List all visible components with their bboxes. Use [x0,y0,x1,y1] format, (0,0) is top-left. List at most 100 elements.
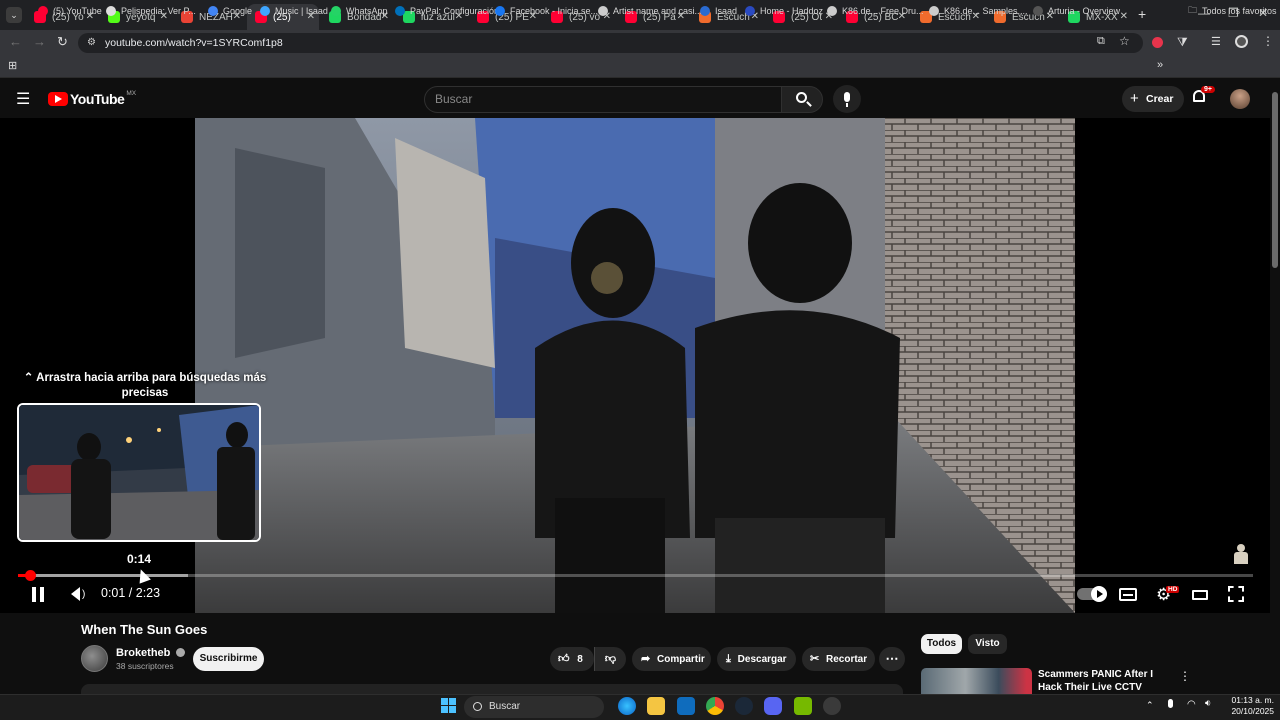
speaker-tray-icon[interactable]: 🔉︎ [1205,698,1211,709]
new-tab-button[interactable]: + [1138,6,1146,22]
pause-button[interactable] [32,587,44,607]
subscribe-button[interactable]: Suscribirme [193,647,264,671]
guide-menu-icon[interactable]: ☰ [16,89,30,109]
notifications-button[interactable]: 9+ [1193,86,1215,102]
youtube-logo[interactable]: YouTube MX [48,90,136,107]
bookmark-item[interactable]: Artist name and casi... [598,3,702,19]
reload-button[interactable]: ↻ [57,34,68,50]
scrubber-handle[interactable] [24,570,36,581]
taskbar-clock[interactable]: 01:13 a. m. 20/10/2025 [1222,695,1274,717]
tray-overflow-icon[interactable]: ⌃ [1146,700,1154,711]
microphone-tray-icon[interactable] [1168,699,1173,708]
bookmark-item[interactable]: Facebook - Inicia se... [495,3,598,19]
bookmark-favicon-icon [1033,6,1043,16]
back-button[interactable]: ← [9,34,22,49]
chrome-icon[interactable] [706,697,724,715]
forward-button[interactable]: → [33,34,46,49]
like-button[interactable]: 👍︎ 8 [550,647,594,671]
address-bar[interactable]: ⚙ youtube.com/watch?v=1SYRComf1p8 [78,33,1143,53]
fullscreen-button[interactable] [1228,586,1244,602]
bookmark-item[interactable]: WhatsApp [331,3,388,19]
all-bookmarks-folder[interactable]: 🗀 Todos los favoritos [1188,3,1277,19]
settings-button[interactable]: ⚙ HD [1156,585,1180,605]
profile-avatar[interactable] [1235,35,1248,48]
tab-search-button[interactable]: ⌄ [6,7,22,23]
subtitles-button[interactable] [1119,588,1137,601]
speaker-icon [71,587,80,601]
bookmark-item[interactable]: Arturia - Overview [1033,3,1120,19]
clip-label: Recortar [826,654,868,665]
record-extension-icon[interactable] [1152,37,1163,48]
channel-watermark-icon[interactable] [1232,544,1250,566]
app-icon[interactable] [823,697,841,715]
bookmark-item[interactable]: PayPal: Configuración [395,3,499,19]
verified-icon [176,648,186,657]
discord-icon[interactable] [764,697,782,715]
bookmark-label: Music | Isaad [275,6,328,16]
create-button[interactable]: + Crear [1122,86,1184,112]
wifi-icon[interactable]: ◠ [1187,699,1196,710]
bookmark-item[interactable]: K86.de... Samples,... [929,3,1028,19]
youtube-play-logo-icon [48,92,68,106]
windows-start-icon[interactable] [441,698,456,713]
bookmark-label: Isaad [715,6,738,16]
install-app-icon[interactable]: ⧉ [1097,35,1105,48]
thumbs-down-icon: 👎︎ [604,653,617,665]
dislike-button[interactable]: 👎︎ [594,647,626,671]
recommended-menu-icon[interactable]: ⋮ [1179,669,1191,683]
bookmark-item[interactable]: Music | Isaad [260,3,328,19]
bookmark-label: Facebook - Inicia se... [510,6,599,16]
volume-button[interactable]: ) [71,587,85,606]
share-button[interactable]: ➦ Compartir [632,647,711,671]
bookmark-item[interactable]: Pelispedia: Ver P... [106,3,196,19]
autoplay-toggle[interactable] [1077,586,1107,602]
bookmarks-overflow-icon[interactable]: » [1157,59,1163,71]
video-frame[interactable] [195,118,1075,613]
search-input[interactable]: Buscar [424,86,782,113]
recommended-video-thumbnail[interactable] [921,668,1032,694]
plus-icon: + [1130,90,1139,107]
apps-grid-icon[interactable]: ⊞ [8,59,17,72]
more-actions-button[interactable]: ⋯ [879,647,905,671]
file-explorer-icon[interactable] [647,697,665,715]
channel-name-text: Broketheb [116,647,171,659]
edge-browser-icon[interactable] [618,697,636,715]
bookmark-label: PayPal: Configuración [410,6,500,16]
scrollbar-thumb[interactable] [1272,92,1278,268]
bookmark-item[interactable]: Home - Haddoz [745,3,823,19]
nvidia-icon[interactable] [794,697,812,715]
steam-icon[interactable] [735,697,753,715]
voice-search-button[interactable] [833,85,861,113]
bookmark-favicon-icon [208,6,218,16]
account-avatar[interactable] [1230,89,1250,109]
chip-all[interactable]: Todos [921,634,962,654]
clip-button[interactable]: ✂ Recortar [802,647,875,671]
channel-name[interactable]: Broketheb [116,647,186,659]
recommended-video-title[interactable]: Scammers PANIC After I Hack Their Live C… [1038,668,1178,694]
theater-mode-button[interactable] [1192,590,1208,600]
bookmark-item[interactable]: (5) YouTube [38,3,102,19]
download-button[interactable]: ⤓ Descargar [717,647,796,671]
double-chevron-up-icon: ⌃ [23,372,34,384]
browser-menu-icon[interactable]: ⋮ [1262,34,1274,48]
chip-watched[interactable]: Visto [968,634,1007,654]
site-info-icon[interactable]: ⚙ [87,33,96,53]
progress-bar[interactable] [18,574,1253,577]
bookmark-item[interactable]: K86.de... Free Dru... [827,3,924,19]
all-bookmarks-label: Todos los favoritos [1202,6,1277,16]
bookmark-star-icon[interactable]: ☆ [1119,34,1130,48]
description-box[interactable] [81,684,903,694]
taskbar-search-icon [473,702,482,711]
search-button[interactable] [781,86,823,113]
bookmark-favicon-icon [598,6,608,16]
extensions-icon[interactable]: ⧩ [1177,35,1188,50]
channel-avatar[interactable] [81,645,108,672]
bookmark-item[interactable]: Google [208,3,252,19]
outlook-icon[interactable] [677,697,695,715]
media-control-icon[interactable]: ☰ [1211,35,1221,48]
search-icon [796,92,807,103]
bookmark-item[interactable]: Isaad [700,3,737,19]
taskbar-search-label: Buscar [489,701,521,712]
taskbar-search[interactable]: Buscar [464,696,604,718]
tab-close-icon[interactable]: ✕ [1120,11,1128,22]
